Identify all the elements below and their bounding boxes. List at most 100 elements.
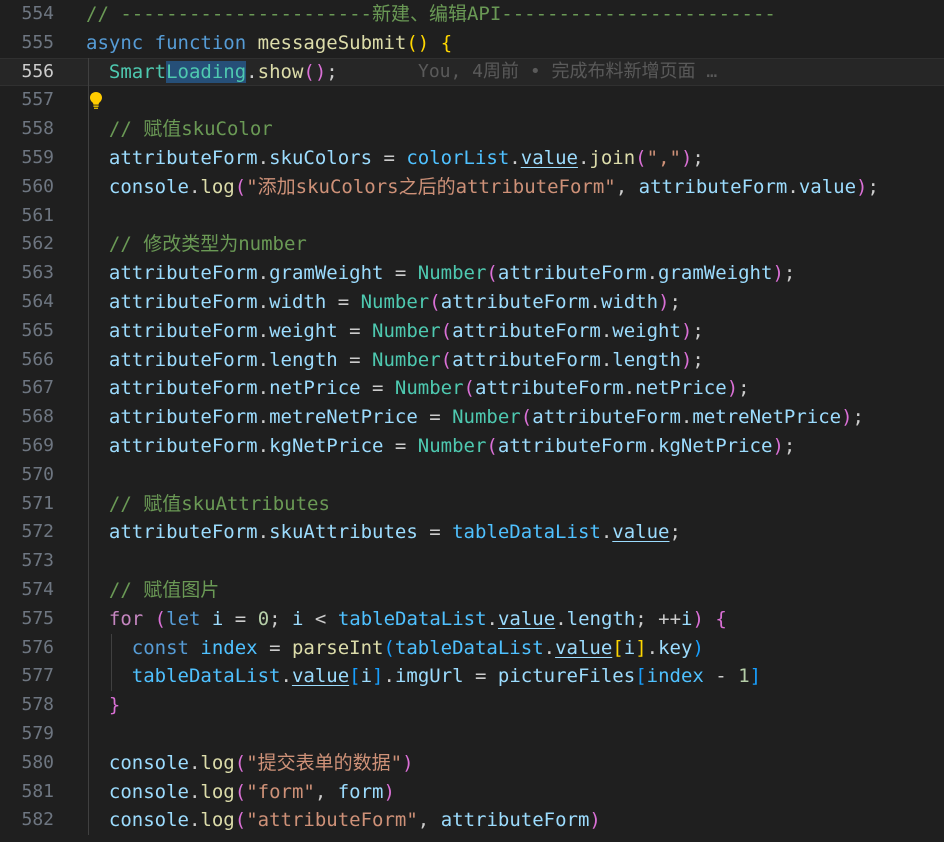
code-line[interactable]: 555 async function messageSubmit() { [0, 29, 944, 58]
code-token: i [623, 636, 636, 659]
lightbulb-icon[interactable] [89, 91, 103, 110]
code-line[interactable]: 562 // 修改类型为number [0, 230, 944, 260]
code-token: attributeForm [108, 348, 258, 371]
code-token: console [108, 780, 189, 803]
code-line[interactable]: 554 // ----------------------新建、编辑API----… [0, 0, 944, 29]
code-line[interactable]: 580 console.log("提交表单的数据") [0, 748, 944, 778]
code-line[interactable]: 560 console.log("添加skuColors之后的attribute… [0, 172, 944, 202]
code-line[interactable]: 582 console.log("attributeForm", attribu… [0, 806, 944, 836]
code-token: attributeForm [108, 262, 258, 285]
code-token: attributeForm [452, 348, 601, 371]
code-token: . [257, 377, 270, 400]
code-token: = [223, 607, 258, 630]
line-number: 571 [21, 492, 54, 514]
code-token: "添加skuColors之后的attributeForm" [246, 175, 616, 198]
code-token: ( [486, 262, 498, 285]
code-token: , [615, 175, 639, 198]
code-token: ) [680, 348, 693, 371]
code-line[interactable]: 561 [0, 201, 944, 231]
line-number: 558 [21, 118, 54, 140]
code-line[interactable]: 558 // 赋值skuColor [0, 115, 944, 144]
code-token: netPrice [635, 377, 727, 400]
line-number: 556 [21, 60, 54, 82]
code-token: // 修改类型为number [108, 233, 307, 256]
code-token: . [257, 406, 270, 429]
code-line[interactable]: 573 [0, 547, 944, 576]
code-token: ; [669, 521, 681, 544]
code-token: ) [856, 175, 868, 198]
code-token: tableDataList [337, 607, 487, 630]
code-token: log [200, 175, 235, 198]
code-line[interactable]: 574 // 赋值图片 [0, 575, 944, 605]
code-token: i [292, 607, 304, 630]
line-number: 579 [21, 722, 54, 744]
code-line[interactable]: 568 attributeForm.metreNetPrice = Number… [0, 403, 944, 432]
code-line[interactable]: 569 attributeForm.kgNetPrice = Number(at… [0, 431, 944, 461]
code-line[interactable]: 579 [0, 719, 944, 749]
code-token: { [715, 607, 727, 630]
code-token: ( [429, 290, 441, 313]
code-text: attributeForm.weight = Number(attributeF… [86, 317, 704, 346]
code-text: console.log("form", form) [86, 778, 395, 807]
code-line[interactable]: 565 attributeForm.weight = Number(attrib… [0, 316, 944, 346]
code-line[interactable]: 567 attributeForm.netPrice = Number(attr… [0, 374, 944, 404]
code-token: . [257, 290, 270, 313]
code-token: "attributeForm" [246, 809, 418, 832]
code-token: log [200, 751, 235, 774]
code-token: metreNetPrice [692, 406, 842, 429]
code-token: netPrice [269, 377, 361, 400]
code-token: ( [234, 809, 247, 832]
code-token: . [623, 377, 636, 400]
code-line[interactable]: 577 tableDataList.value[i].imgUrl = pict… [0, 662, 944, 692]
code-line[interactable]: 559 attributeForm.skuColors = colorList.… [0, 143, 944, 173]
code-token: length [269, 348, 338, 371]
code-line[interactable]: 566 attributeForm.length = Number(attrib… [0, 345, 944, 375]
code-token: Number [452, 406, 521, 429]
code-line[interactable]: 576 const index = parseInt(tableDataList… [0, 633, 944, 663]
code-token: let [166, 607, 201, 630]
indent-guide [88, 460, 89, 490]
line-number: 561 [21, 204, 54, 226]
line-number: 582 [21, 809, 54, 831]
code-editor[interactable]: 554 // ----------------------新建、编辑API----… [0, 0, 944, 842]
code-line-current[interactable]: 556 SmartLoading.show(); You, 4周前 • 完成布料新… [0, 57, 944, 87]
line-number: 567 [21, 377, 54, 399]
code-token: kgNetPrice [658, 434, 773, 457]
code-token: . [188, 751, 201, 774]
code-line[interactable]: 581 console.log("form", form) [0, 777, 944, 807]
code-line[interactable]: 563 attributeForm.gramWeight = Number(at… [0, 259, 944, 288]
code-line[interactable]: 572 attributeForm.skuAttributes = tableD… [0, 518, 944, 548]
code-token: . [188, 175, 201, 198]
code-text: attributeForm.gramWeight = Number(attrib… [86, 259, 795, 288]
code-token: tableDataList [131, 665, 281, 688]
code-line[interactable]: 578 } [0, 691, 944, 720]
git-blame-annotation[interactable]: You, 4周前 • 完成布料新增页面 … [418, 58, 717, 87]
code-token: . [543, 636, 556, 659]
code-token: length [612, 348, 681, 371]
code-token: . [280, 665, 292, 688]
line-number: 580 [21, 751, 54, 773]
code-line[interactable]: 575 for (let i = 0; i < tableDataList.va… [0, 604, 944, 634]
code-token: ) [589, 809, 601, 832]
code-token: ) [841, 406, 853, 429]
code-token: value [497, 607, 556, 630]
indent-guide [88, 719, 89, 749]
code-token: ] [372, 665, 384, 688]
code-token: = [337, 348, 373, 371]
code-line[interactable]: 557 [0, 86, 944, 116]
indent-guide [88, 201, 89, 231]
code-token: = [463, 665, 498, 688]
code-token: for [108, 607, 144, 630]
code-line[interactable]: 564 attributeForm.width = Number(attribu… [0, 287, 944, 317]
code-line[interactable]: 570 [0, 460, 944, 490]
code-token: attributeForm [108, 521, 258, 544]
code-text: // 赋值skuAttributes [86, 490, 330, 519]
code-token: value [798, 175, 857, 198]
code-line[interactable]: 571 // 赋值skuAttributes [0, 489, 944, 519]
